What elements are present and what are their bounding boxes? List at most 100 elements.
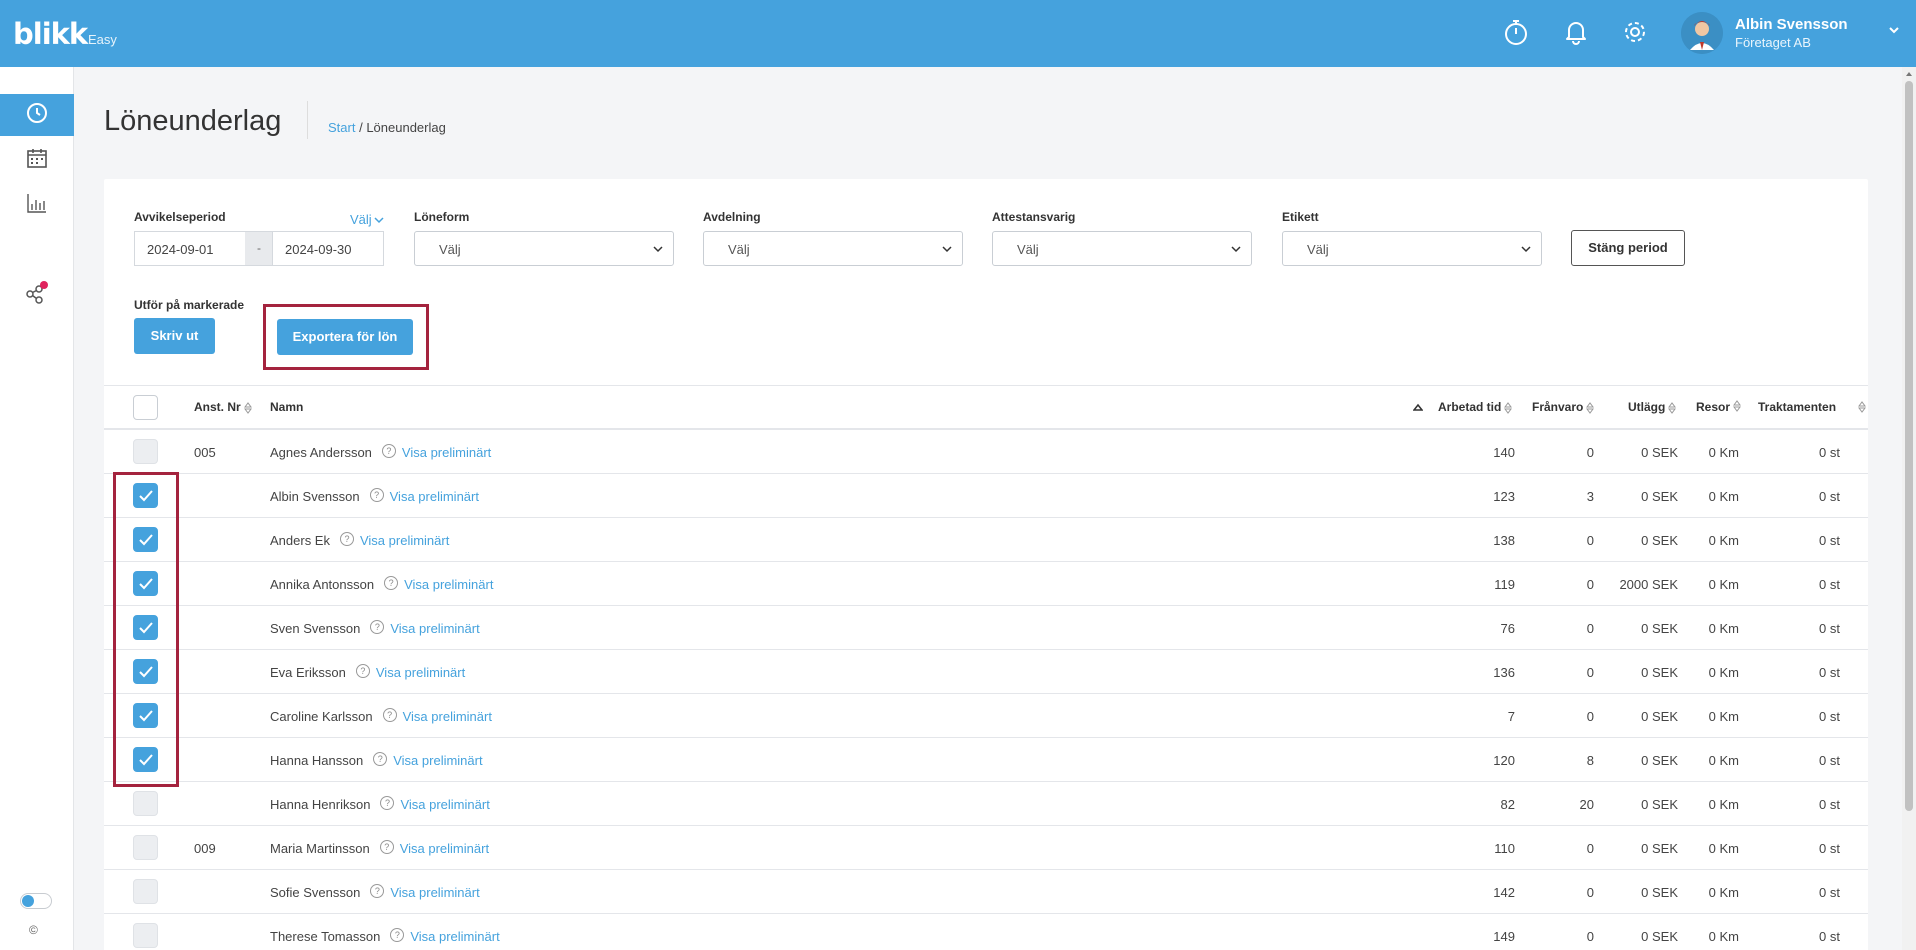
cell-allowances: 0 st bbox=[1819, 797, 1840, 812]
scroll-up-icon[interactable] bbox=[1905, 70, 1913, 78]
chevron-down-icon bbox=[1521, 246, 1531, 253]
chevron-down-icon bbox=[374, 217, 384, 224]
cell-expenses: 0 SEK bbox=[1641, 665, 1678, 680]
breadcrumb-separator: / bbox=[355, 120, 367, 135]
gear-icon[interactable] bbox=[1620, 17, 1650, 47]
print-button[interactable]: Skriv ut bbox=[134, 318, 215, 354]
row-checkbox[interactable] bbox=[133, 791, 158, 816]
scrollbar[interactable] bbox=[1902, 67, 1916, 950]
avdelning-label: Avdelning bbox=[703, 210, 761, 224]
help-icon[interactable]: ? bbox=[379, 840, 394, 854]
cell-worked-time: 138 bbox=[1493, 533, 1515, 548]
table-row: 005 Agnes Andersson? Visa preliminärt 140 0 0… bbox=[104, 430, 1868, 474]
top-bar: blikk Easy Albin Svensson Företaget AB bbox=[0, 0, 1916, 67]
help-icon[interactable]: ? bbox=[339, 532, 354, 546]
loneform-select[interactable]: Välj bbox=[414, 231, 674, 266]
sidebar-item-share[interactable] bbox=[0, 274, 74, 316]
show-preliminary-link[interactable]: Visa preliminärt bbox=[376, 665, 465, 680]
help-icon[interactable]: ? bbox=[384, 576, 399, 590]
show-preliminary-link[interactable]: Visa preliminärt bbox=[400, 841, 489, 856]
column-resor[interactable]: Resor bbox=[1696, 400, 1742, 414]
table-row: Sofie Svensson? Visa preliminärt 142 0 0 SEK… bbox=[104, 870, 1868, 914]
show-preliminary-link[interactable]: Visa preliminärt bbox=[410, 929, 499, 944]
cell-allowances: 0 st bbox=[1819, 885, 1840, 900]
show-preliminary-link[interactable]: Visa preliminärt bbox=[390, 885, 479, 900]
show-preliminary-link[interactable]: Visa preliminärt bbox=[390, 489, 479, 504]
bell-icon[interactable] bbox=[1561, 17, 1591, 47]
show-preliminary-link[interactable]: Visa preliminärt bbox=[402, 445, 491, 460]
theme-toggle[interactable] bbox=[20, 893, 52, 909]
attest-select[interactable]: Välj bbox=[992, 231, 1252, 266]
date-to-input[interactable]: 2024-09-30 bbox=[272, 231, 384, 266]
cell-travel: 0 Km bbox=[1708, 841, 1739, 856]
sidebar-item-calendar[interactable] bbox=[0, 139, 74, 181]
avatar[interactable] bbox=[1681, 12, 1723, 54]
show-preliminary-link[interactable]: Visa preliminärt bbox=[390, 621, 479, 636]
cell-expenses: 0 SEK bbox=[1641, 753, 1678, 768]
sort-asc-icon[interactable] bbox=[1412, 400, 1424, 414]
cell-travel: 0 Km bbox=[1708, 753, 1739, 768]
cell-travel: 0 Km bbox=[1708, 797, 1739, 812]
cell-travel: 0 Km bbox=[1708, 665, 1739, 680]
cell-allowances: 0 st bbox=[1819, 577, 1840, 592]
show-preliminary-link[interactable]: Visa preliminärt bbox=[400, 797, 489, 812]
logo[interactable]: blikk bbox=[13, 17, 88, 51]
row-checkbox[interactable] bbox=[133, 879, 158, 904]
show-preliminary-link[interactable]: Visa preliminärt bbox=[360, 533, 449, 548]
help-icon[interactable]: ? bbox=[370, 620, 385, 634]
close-period-button[interactable]: Stäng period bbox=[1571, 230, 1685, 266]
cell-allowances: 0 st bbox=[1819, 709, 1840, 724]
row-checkbox[interactable] bbox=[133, 835, 158, 860]
date-separator: - bbox=[245, 231, 273, 266]
column-traktamenten[interactable]: Traktamenten bbox=[1758, 400, 1836, 414]
help-icon[interactable]: ? bbox=[373, 752, 388, 766]
help-icon[interactable]: ? bbox=[369, 488, 384, 502]
cell-allowances: 0 st bbox=[1819, 841, 1840, 856]
cell-travel: 0 Km bbox=[1708, 577, 1739, 592]
scroll-thumb[interactable] bbox=[1905, 81, 1913, 811]
breadcrumb-start[interactable]: Start bbox=[328, 120, 355, 135]
choose-period-link[interactable]: Välj bbox=[350, 212, 384, 227]
cell-allowances: 0 st bbox=[1819, 665, 1840, 680]
cell-expenses: 0 SEK bbox=[1641, 621, 1678, 636]
loneform-label: Löneform bbox=[414, 210, 470, 224]
help-icon[interactable]: ? bbox=[390, 928, 405, 942]
show-preliminary-link[interactable]: Visa preliminärt bbox=[403, 709, 492, 724]
cell-absence: 0 bbox=[1586, 533, 1594, 548]
help-icon[interactable]: ? bbox=[370, 884, 385, 898]
row-checkbox[interactable] bbox=[133, 439, 158, 464]
help-icon[interactable]: ? bbox=[382, 708, 397, 722]
sidebar-item-reports[interactable] bbox=[0, 184, 74, 226]
cell-worked-time: 149 bbox=[1493, 929, 1515, 944]
row-checkbox[interactable] bbox=[133, 923, 158, 948]
date-from-input[interactable]: 2024-09-01 bbox=[134, 231, 246, 266]
cell-travel: 0 Km bbox=[1708, 709, 1739, 724]
show-preliminary-link[interactable]: Visa preliminärt bbox=[404, 577, 493, 592]
etikett-select[interactable]: Välj bbox=[1282, 231, 1542, 266]
cell-worked-time: 110 bbox=[1494, 841, 1515, 856]
help-icon[interactable]: ? bbox=[381, 444, 396, 458]
sort-icon[interactable] bbox=[1858, 401, 1866, 413]
column-anst-nr[interactable]: Anst. Nr bbox=[194, 400, 252, 414]
export-payroll-button[interactable]: Exportera för lön bbox=[277, 319, 413, 355]
show-preliminary-link[interactable]: Visa preliminärt bbox=[393, 753, 482, 768]
cell-allowances: 0 st bbox=[1819, 929, 1840, 944]
cell-travel: 0 Km bbox=[1708, 445, 1739, 460]
cell-absence: 8 bbox=[1586, 753, 1594, 768]
help-icon[interactable]: ? bbox=[355, 664, 370, 678]
column-franvaro[interactable]: Frånvaro bbox=[1532, 400, 1595, 414]
column-arbetad-tid[interactable]: Arbetad tid bbox=[1438, 400, 1513, 414]
sidebar-item-time[interactable] bbox=[0, 94, 74, 136]
table-row: Hanna Hansson? Visa preliminärt 120 8 0 SEK 0… bbox=[104, 738, 1868, 782]
bulk-actions-label: Utför på markerade bbox=[134, 298, 245, 312]
stopwatch-icon[interactable] bbox=[1501, 17, 1531, 47]
sidebar: © bbox=[0, 67, 74, 950]
chevron-down-icon[interactable] bbox=[1886, 22, 1902, 38]
avdelning-select[interactable]: Välj bbox=[703, 231, 963, 266]
select-all-checkbox[interactable] bbox=[133, 395, 158, 420]
help-icon[interactable]: ? bbox=[380, 796, 395, 810]
column-namn[interactable]: Namn bbox=[270, 400, 303, 414]
column-utlagg[interactable]: Utlägg bbox=[1628, 400, 1677, 414]
etikett-value: Välj bbox=[1307, 242, 1329, 257]
table-row: Annika Antonsson? Visa preliminärt 119 0 200… bbox=[104, 562, 1868, 606]
